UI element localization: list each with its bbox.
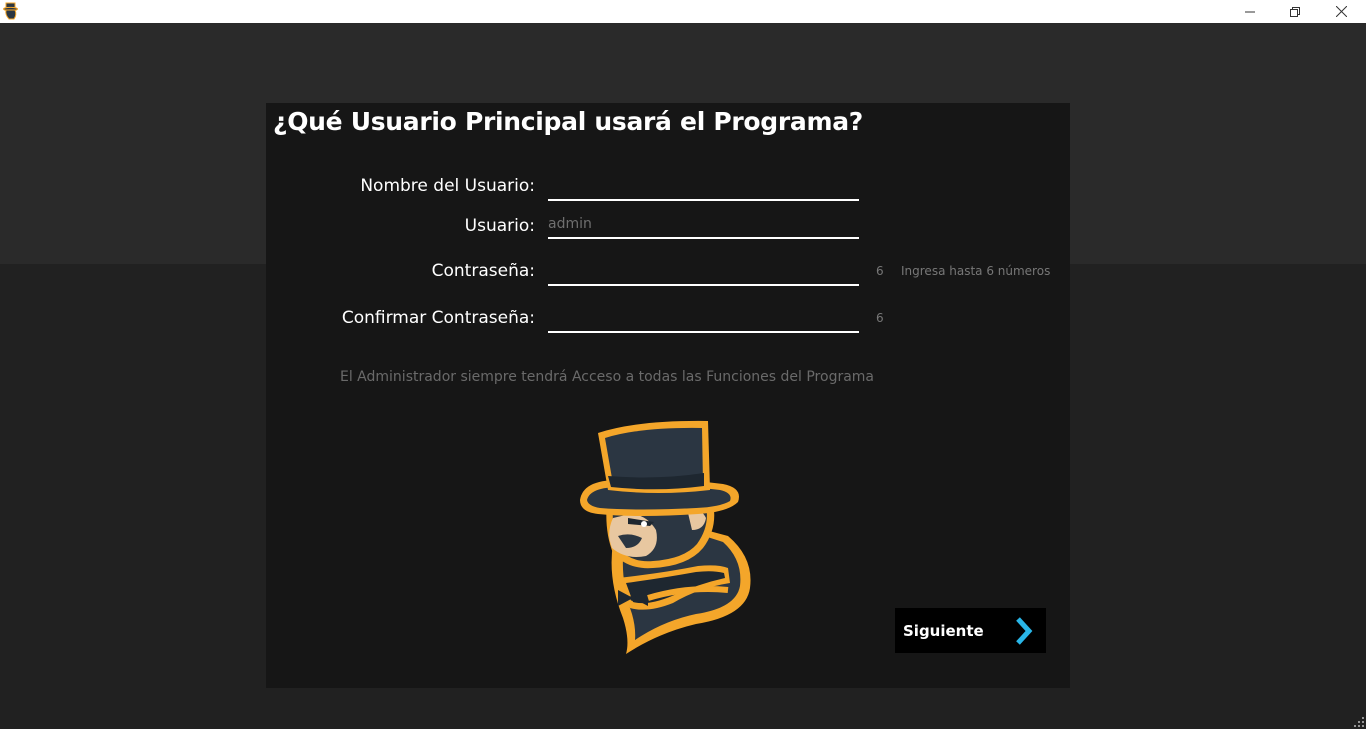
restore-icon: [1290, 6, 1300, 17]
confirm-password-label: Confirmar Contraseña:: [341, 308, 535, 328]
confirm-password-counter: 6: [876, 311, 884, 325]
restore-button[interactable]: [1272, 0, 1318, 23]
setup-panel: ¿Qué Usuario Principal usará el Programa…: [266, 103, 1070, 688]
close-button[interactable]: [1318, 0, 1364, 23]
password-hint: Ingresa hasta 6 números: [901, 264, 1051, 278]
gorilla-logo: [580, 420, 751, 654]
next-button-label: Siguiente: [903, 622, 984, 640]
minimize-icon: [1245, 11, 1255, 12]
username-name-input[interactable]: [548, 173, 859, 201]
username-name-label: Nombre del Usuario:: [360, 176, 535, 196]
minimize-button[interactable]: [1227, 0, 1273, 23]
close-icon: [1335, 6, 1347, 17]
gorilla-logo-icon: [3, 2, 18, 20]
password-counter: 6: [876, 264, 884, 278]
password-input[interactable]: [548, 258, 859, 286]
user-label: Usuario:: [464, 216, 535, 236]
chevron-right-icon: [1016, 617, 1033, 645]
resize-grip-icon[interactable]: [1354, 717, 1364, 727]
page-title: ¿Qué Usuario Principal usará el Programa…: [273, 107, 864, 136]
password-label: Contraseña:: [431, 261, 535, 281]
admin-note: El Administrador siempre tendrá Acceso a…: [340, 369, 875, 385]
next-button[interactable]: Siguiente: [895, 608, 1046, 653]
window-titlebar: [0, 0, 1366, 23]
confirm-password-input[interactable]: [548, 305, 859, 333]
user-input[interactable]: [548, 211, 859, 239]
